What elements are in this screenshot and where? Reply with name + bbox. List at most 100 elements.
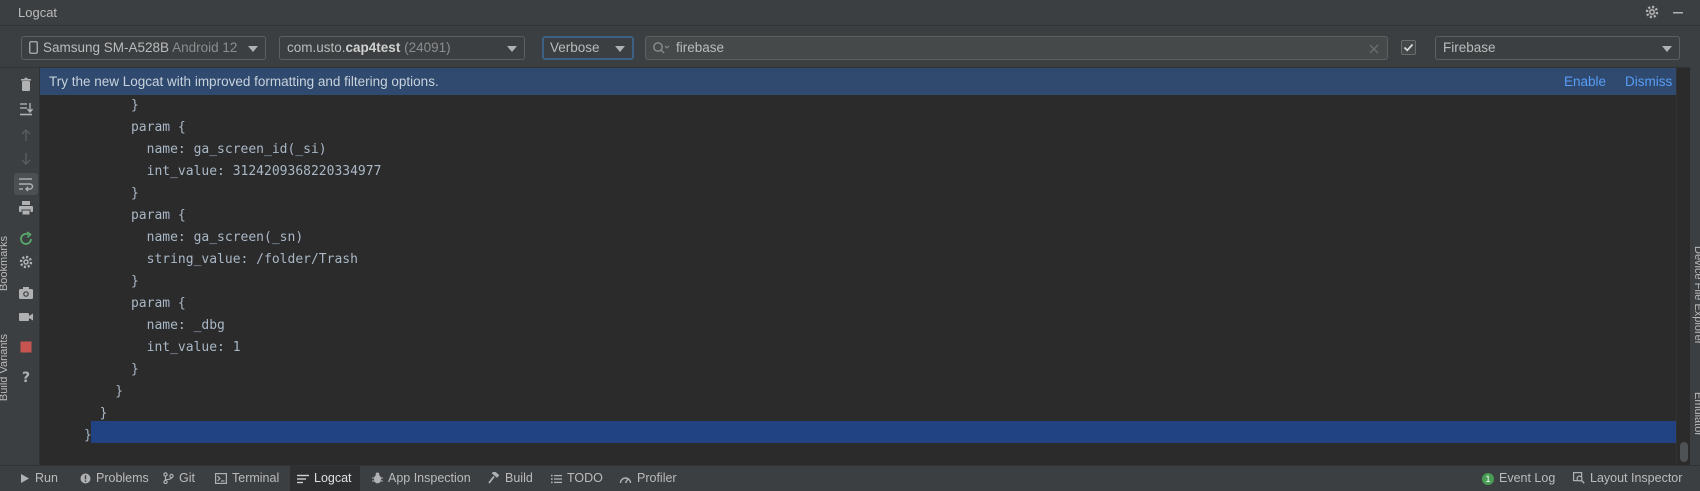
build-variants-side-tab[interactable]: Build Variants (0, 334, 12, 401)
tab-app-inspection-label: App Inspection (388, 471, 471, 485)
up-arrow-icon[interactable] (17, 126, 35, 144)
tab-event-log[interactable]: 1 Event Log (1482, 466, 1555, 491)
tab-terminal-label: Terminal (232, 471, 280, 485)
tool-window-header: Logcat (0, 0, 1700, 26)
log-level-dropdown[interactable]: Verbose (542, 36, 634, 60)
phone-icon (29, 41, 38, 54)
chevron-down-icon (1662, 46, 1672, 52)
log-line: } (84, 384, 124, 399)
device-dropdown[interactable]: Samsung SM-A528B Android 12 (21, 36, 266, 60)
screenshot-icon[interactable] (17, 284, 35, 302)
trash-icon[interactable] (17, 76, 35, 94)
tab-profiler[interactable]: Profiler (619, 466, 677, 491)
terminal-icon (215, 473, 228, 485)
hammer-icon (488, 470, 500, 484)
log-line: int_value: 3124209368220334977 (84, 164, 382, 179)
emulator-side-tab[interactable]: Emulator (1690, 392, 1700, 436)
filter-dropdown[interactable]: Firebase (1435, 36, 1680, 60)
logcat-toolbar: Samsung SM-A528B Android 12 com.usto.cap… (0, 26, 1700, 68)
device-file-explorer-side-tab[interactable]: Device File Explorer (1690, 246, 1700, 344)
logcat-output[interactable]: } param { name: ga_screen_id(_si) int_va… (40, 95, 1676, 465)
vertical-scrollbar[interactable] (1676, 68, 1690, 465)
log-line: string_value: /folder/Trash (84, 252, 358, 267)
log-level-value: Verbose (550, 40, 600, 55)
tab-terminal[interactable]: Terminal (215, 466, 279, 491)
bug-icon (372, 472, 383, 484)
enable-link[interactable]: Enable (1564, 68, 1606, 95)
tab-build[interactable]: Build (488, 466, 533, 491)
scrollbar-thumb[interactable] (1680, 442, 1688, 462)
tab-run-label: Run (35, 471, 58, 485)
gauge-icon (619, 477, 632, 484)
search-input[interactable]: firebase (645, 36, 1388, 60)
chevron-down-icon (615, 46, 625, 52)
log-line: name: ga_screen(_sn) (84, 230, 304, 245)
event-log-badge: 1 (1482, 473, 1494, 485)
bookmarks-side-tab[interactable]: Bookmarks (0, 236, 12, 291)
soft-wrap-icon (19, 178, 34, 192)
log-line: } (84, 274, 139, 289)
chevron-down-icon (507, 46, 517, 52)
logcat-side-toolbar: ? Bookmarks Build Variants (0, 68, 40, 465)
tab-problems[interactable]: Problems (80, 466, 149, 491)
settings-icon[interactable] (17, 253, 35, 271)
svg-text:?: ? (22, 370, 30, 386)
log-line: } (84, 98, 139, 113)
tab-logcat-label: Logcat (314, 471, 352, 485)
regex-checkbox[interactable] (1401, 40, 1416, 55)
tab-profiler-label: Profiler (637, 471, 677, 485)
log-line: } (84, 406, 108, 421)
process-name: cap4test (345, 40, 401, 55)
tool-window-title: Logcat (18, 5, 58, 20)
tab-todo-label: TODO (567, 471, 603, 485)
process-pid: (24091) (404, 40, 451, 55)
device-os: Android 12 (172, 40, 238, 55)
scroll-to-end-icon[interactable] (17, 100, 35, 118)
log-line: name: _dbg (84, 318, 225, 333)
device-name: Samsung SM-A528B (43, 40, 170, 55)
down-arrow-icon[interactable] (17, 150, 35, 168)
tab-git[interactable]: Git (163, 466, 195, 491)
tab-problems-label: Problems (96, 471, 149, 485)
minimize-icon[interactable] (1670, 4, 1686, 20)
log-line: } (84, 362, 139, 377)
tab-layout-inspector[interactable]: Layout Inspector (1573, 466, 1682, 491)
log-text: } param { name: ga_screen_id(_si) int_va… (84, 95, 381, 447)
filter-value: Firebase (1443, 40, 1496, 55)
tab-logcat[interactable]: Logcat (290, 466, 360, 491)
tab-todo[interactable]: TODO (551, 466, 603, 491)
process-dropdown[interactable]: com.usto.cap4test (24091) (279, 36, 525, 60)
screen-record-icon[interactable] (17, 308, 35, 326)
right-side-strip: Device File Explorer Emulator (1690, 26, 1700, 465)
search-query: firebase (676, 40, 725, 55)
problems-icon (80, 473, 91, 484)
log-line: name: ga_screen_id(_si) (84, 142, 327, 157)
log-line: param { (84, 296, 186, 311)
restart-icon[interactable] (17, 230, 35, 248)
search-icon (652, 40, 670, 56)
logcat-icon (297, 474, 309, 484)
tool-window-bar: Run Problems Git Terminal Logcat App Ins… (0, 465, 1700, 491)
clear-search-icon[interactable] (1367, 41, 1381, 55)
tab-git-label: Git (179, 471, 195, 485)
soft-wrap-toggle[interactable] (14, 173, 38, 195)
tab-run[interactable]: Run (20, 466, 58, 491)
dismiss-link[interactable]: Dismiss (1625, 68, 1672, 95)
chevron-down-icon (248, 46, 258, 52)
log-line: int_value: 1 (84, 340, 241, 355)
log-line: param { (84, 208, 186, 223)
list-icon (551, 474, 562, 484)
checkmark-icon (1403, 43, 1414, 52)
print-icon[interactable] (17, 199, 35, 217)
log-line: param { (84, 120, 186, 135)
tab-event-log-label: Event Log (1499, 471, 1556, 485)
help-icon[interactable]: ? (17, 368, 35, 386)
stop-icon[interactable] (17, 338, 35, 356)
gear-icon[interactable] (1644, 4, 1660, 20)
process-prefix: com.usto. (287, 40, 346, 55)
layout-inspector-icon (1573, 472, 1585, 484)
play-icon (21, 474, 29, 483)
tab-layout-inspector-label: Layout Inspector (1590, 471, 1683, 485)
log-line: } (84, 186, 139, 201)
tab-app-inspection[interactable]: App Inspection (372, 466, 471, 491)
